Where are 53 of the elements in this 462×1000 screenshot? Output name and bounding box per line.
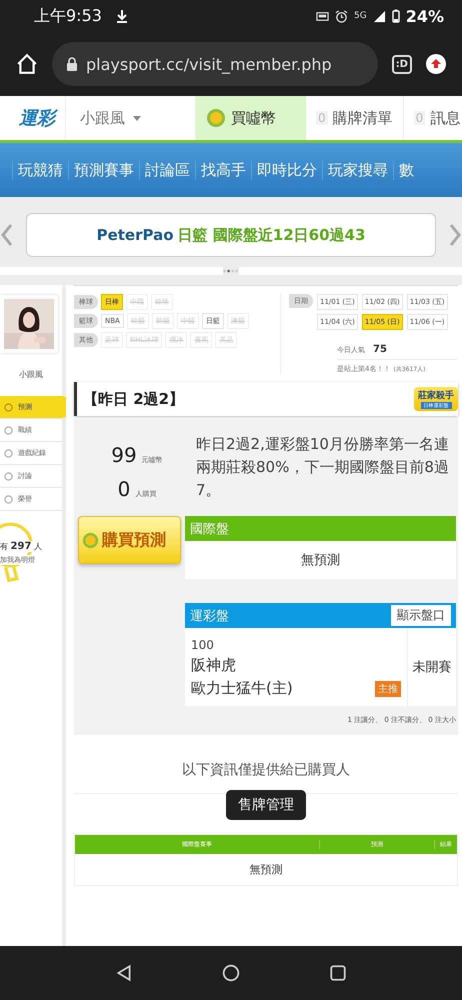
- battery-icon: [392, 9, 400, 23]
- menu-icon: [4, 448, 13, 458]
- upload-icon[interactable]: [426, 54, 446, 74]
- buy-coin-button[interactable]: 買噓幣: [196, 96, 306, 140]
- prediction-description: 昨日2過2,運彩盤10月份勝率第一名連兩期莊殺80%，下一期國際盤目前8過7。: [196, 434, 450, 501]
- nav-link[interactable]: 玩家搜尋: [322, 160, 393, 180]
- buyer-count: 0: [118, 477, 130, 501]
- empty-message: 無預測: [248, 862, 284, 878]
- menu-icon: [4, 402, 13, 412]
- battery-level: 24%: [406, 6, 444, 26]
- section-title: 國際盤: [190, 520, 229, 538]
- brightness-icon: [316, 10, 329, 22]
- network-label: 5G: [354, 11, 367, 21]
- nav-link[interactable]: 數: [393, 160, 419, 180]
- url-text: playsport.cc/visit_member.php: [86, 54, 332, 74]
- alarm-icon: [335, 10, 348, 22]
- section-title: 運彩盤: [190, 608, 229, 624]
- nav-link[interactable]: 預測賽事: [68, 160, 139, 180]
- coin-icon: [206, 108, 226, 128]
- back-icon[interactable]: [114, 964, 133, 982]
- team-name: 阪神虎: [191, 656, 237, 675]
- game-number: 100: [191, 638, 215, 652]
- menu-icon: [4, 494, 13, 504]
- profile-name: 小跟風: [18, 369, 44, 380]
- home-icon[interactable]: [222, 964, 240, 982]
- caret-icon: [133, 116, 141, 120]
- fans-count: 有 297 人: [0, 541, 42, 552]
- signal-icon: [372, 10, 386, 22]
- badge-title: 莊家殺手: [418, 389, 454, 402]
- team-name: 歐力士猛牛(主): [191, 679, 293, 698]
- lock-icon: [66, 57, 78, 71]
- coin-icon: [82, 532, 99, 548]
- nav-link[interactable]: 找高手: [195, 160, 251, 180]
- clock: 上午9:53: [34, 6, 102, 26]
- show-odds-button[interactable]: 顯示盤口: [391, 605, 451, 626]
- tab-switcher-button[interactable]: :D: [392, 54, 412, 74]
- banner-text[interactable]: PeterPao 日籃 國際盤近12日60過43: [26, 213, 436, 257]
- url-field[interactable]: playsport.cc/visit_member.php: [52, 42, 378, 86]
- site-logo[interactable]: 運彩: [0, 96, 66, 140]
- nav-link[interactable]: 玩競猜: [12, 160, 68, 180]
- nav-link[interactable]: 討論區: [139, 160, 195, 180]
- popularity-value: 75: [373, 344, 387, 355]
- prediction-title: 【昨日 2過2】: [83, 390, 184, 408]
- empty-message: 無預測: [300, 552, 341, 570]
- menu-icon: [4, 426, 13, 434]
- download-icon: [116, 9, 128, 23]
- pick-tag: 主推: [375, 680, 401, 696]
- game-status: 未開賽: [412, 659, 452, 677]
- menu-icon: [4, 472, 13, 480]
- manage-button[interactable]: 售牌管理: [226, 790, 306, 820]
- price-value: 99: [111, 443, 137, 467]
- recents-icon[interactable]: [329, 964, 348, 982]
- nav-link[interactable]: 即時比分: [251, 160, 322, 180]
